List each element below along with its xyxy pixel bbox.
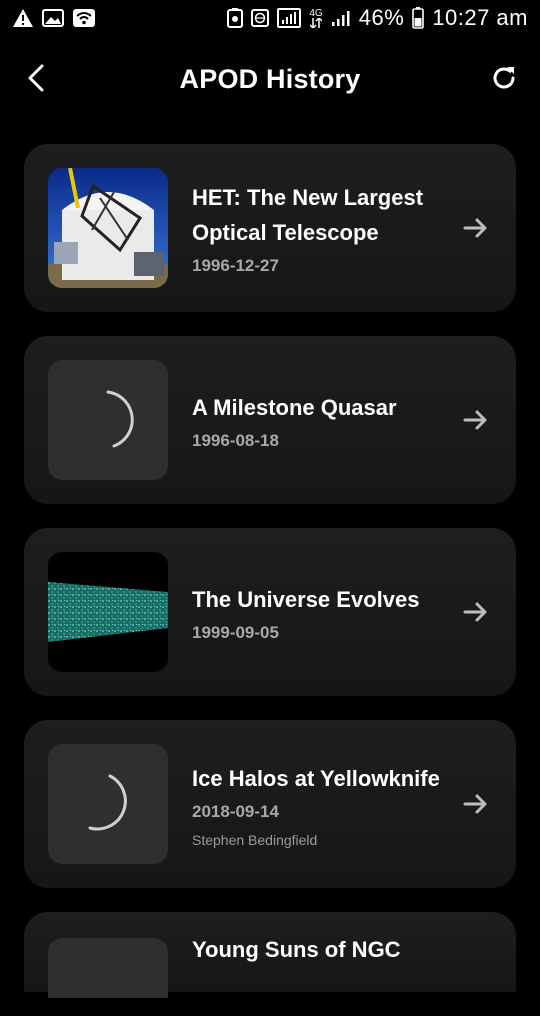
status-bar: 4G 46% 10:27 am bbox=[0, 0, 540, 36]
loading-thumbnail bbox=[48, 938, 168, 998]
list-item[interactable]: The Universe Evolves 1999-09-05 bbox=[24, 528, 516, 696]
back-button[interactable] bbox=[14, 56, 58, 100]
item-info: A Milestone Quasar 1996-08-18 bbox=[192, 390, 492, 451]
wifi-icon bbox=[72, 8, 96, 28]
battery-icon bbox=[412, 7, 425, 29]
item-title: Ice Halos at Yellowknife bbox=[192, 765, 440, 791]
item-date: 2018-09-14 bbox=[192, 801, 279, 821]
item-title: HET: The New Largest Optical Telescope bbox=[192, 185, 424, 245]
loading-spinner-icon bbox=[88, 774, 127, 831]
cell-signal-icon bbox=[331, 8, 351, 28]
arrow-right-icon[interactable] bbox=[462, 792, 490, 816]
item-credit: Stephen Bedingfield bbox=[192, 831, 318, 848]
item-date: 1996-08-18 bbox=[192, 430, 279, 450]
item-title: The Universe Evolves bbox=[192, 586, 420, 612]
item-title: A Milestone Quasar bbox=[192, 394, 397, 420]
list-item[interactable]: Ice Halos at Yellowknife 2018-09-14 Step… bbox=[24, 720, 516, 888]
universe-thumbnail bbox=[48, 552, 168, 672]
clock: 10:27 am bbox=[432, 5, 528, 30]
telescope-thumbnail bbox=[48, 168, 168, 288]
back-arrow-icon bbox=[28, 64, 44, 92]
loading-thumbnail bbox=[48, 360, 168, 480]
item-date: 1999-09-05 bbox=[192, 622, 279, 642]
status-left bbox=[12, 8, 96, 28]
network-4g-icon: 4G bbox=[309, 7, 323, 28]
page-title: APOD History bbox=[179, 63, 361, 94]
apod-history-list: HET: The New Largest Optical Telescope 1… bbox=[24, 144, 516, 1016]
loading-spinner-icon bbox=[106, 390, 134, 448]
signal-icon bbox=[277, 8, 302, 28]
status-right: 4G 46% 10:27 am bbox=[227, 5, 528, 31]
arrow-right-icon[interactable] bbox=[462, 408, 490, 432]
list-item[interactable]: Young Suns of NGC bbox=[24, 912, 516, 998]
loading-thumbnail bbox=[48, 744, 168, 864]
recycle-icon bbox=[227, 8, 244, 28]
battery-percent: 46% bbox=[358, 5, 405, 30]
item-info: Ice Halos at Yellowknife 2018-09-14 Step… bbox=[192, 761, 492, 848]
list-item[interactable]: HET: The New Largest Optical Telescope 1… bbox=[24, 144, 516, 312]
globe-icon bbox=[251, 8, 270, 28]
refresh-button[interactable] bbox=[482, 56, 526, 100]
item-info: Young Suns of NGC bbox=[192, 932, 492, 967]
item-date: 1996-12-27 bbox=[192, 256, 279, 275]
gallery-icon bbox=[42, 8, 64, 28]
list-item[interactable]: A Milestone Quasar 1996-08-18 bbox=[24, 336, 516, 504]
arrow-right-icon[interactable] bbox=[462, 216, 490, 240]
item-title: Young Suns of NGC bbox=[192, 937, 401, 962]
item-info: The Universe Evolves 1999-09-05 bbox=[192, 582, 492, 643]
item-info: HET: The New Largest Optical Telescope 1… bbox=[192, 180, 492, 276]
refresh-icon bbox=[493, 67, 515, 89]
warning-icon bbox=[12, 8, 34, 28]
arrow-right-icon[interactable] bbox=[462, 600, 490, 624]
app-bar: APOD History bbox=[0, 40, 540, 118]
network-label: 4G bbox=[309, 7, 323, 19]
